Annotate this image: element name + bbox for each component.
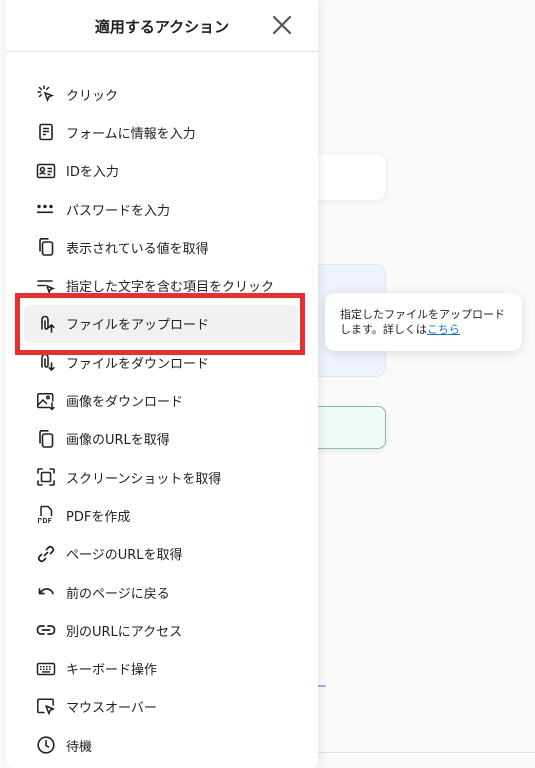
action-item-label: 別のURLにアクセス: [66, 624, 183, 640]
background-divider: [318, 752, 535, 753]
close-icon: [272, 15, 292, 35]
action-item-get-page-url[interactable]: ページのURLを取得: [6, 535, 318, 573]
action-item-keyboard[interactable]: キーボード操作: [6, 649, 318, 687]
link-icon: [36, 544, 56, 564]
action-item-download-image[interactable]: 画像をダウンロード: [6, 381, 318, 419]
action-item-get-image-url[interactable]: 画像のURLを取得: [6, 420, 318, 458]
keyboard-icon: [36, 659, 56, 679]
close-button[interactable]: [270, 13, 294, 37]
undo-icon: [36, 582, 56, 602]
action-item-download-file[interactable]: ファイルをダウンロード: [6, 343, 318, 381]
pdf-icon: [36, 505, 56, 525]
password-icon: [36, 199, 56, 219]
tooltip-link[interactable]: こちら: [427, 323, 460, 336]
action-item-label: キーボード操作: [66, 663, 158, 679]
action-panel: 適用するアクション クリック フォームに情報を入力 IDを入力 パスワードを入力…: [6, 0, 318, 768]
id-card-icon: [36, 161, 56, 181]
action-item-get-displayed-value[interactable]: 表示されている値を取得: [6, 228, 318, 266]
action-item-label: 画像のURLを取得: [66, 433, 170, 449]
action-item-label: 前のページに戻る: [66, 586, 170, 602]
action-item-label: スクリーンショットを取得: [66, 471, 222, 487]
chain-link-icon: [36, 620, 56, 640]
tooltip: 指定したファイルをアップロードします。詳しくはこちら: [325, 293, 522, 351]
paperclip-download-icon: [36, 352, 56, 372]
action-item-click[interactable]: クリック: [6, 75, 318, 113]
click-icon: [36, 84, 56, 104]
mouse-over-icon: [36, 697, 56, 717]
text-click-icon: [36, 276, 56, 296]
action-item-label: フォームに情報を入力: [66, 126, 196, 142]
action-item-wait[interactable]: 待機: [6, 726, 318, 764]
action-item-create-pdf[interactable]: PDFを作成: [6, 496, 318, 534]
action-item-fill-form[interactable]: フォームに情報を入力: [6, 113, 318, 151]
action-item-go-back[interactable]: 前のページに戻る: [6, 573, 318, 611]
action-item-label: 表示されている値を取得: [66, 241, 209, 257]
action-item-enter-id[interactable]: IDを入力: [6, 152, 318, 190]
action-item-label: クリック: [66, 88, 119, 104]
action-item-label: パスワードを入力: [66, 203, 171, 219]
image-download-icon: [36, 391, 56, 411]
copy-icon: [36, 429, 56, 449]
paperclip-upload-icon: [36, 314, 56, 334]
panel-header: 適用するアクション: [6, 0, 318, 52]
action-item-label: PDFを作成: [66, 509, 131, 525]
action-item-click-text-match[interactable]: 指定した文字を含む項目をクリック: [6, 266, 318, 304]
form-icon: [36, 122, 56, 142]
action-item-label: 指定した文字を含む項目をクリック: [66, 280, 275, 296]
action-item-label: ファイルをアップロード: [66, 318, 210, 334]
action-item-take-screenshot[interactable]: スクリーンショットを取得: [6, 458, 318, 496]
screenshot-icon: [36, 467, 56, 487]
action-item-label: 画像をダウンロード: [66, 395, 184, 411]
clock-icon: [36, 735, 56, 755]
action-list: クリック フォームに情報を入力 IDを入力 パスワードを入力 表示されている値を…: [6, 75, 318, 764]
action-item-upload-file[interactable]: ファイルをアップロード: [24, 304, 298, 344]
action-item-mouse-over[interactable]: マウスオーバー: [6, 688, 318, 726]
action-item-label: ファイルをダウンロード: [66, 356, 210, 372]
tooltip-text: 指定したファイルをアップロードします。詳しくは: [340, 308, 505, 336]
action-item-label: ページのURLを取得: [66, 548, 183, 564]
action-item-label: 待機: [66, 739, 93, 755]
action-item-label: IDを入力: [66, 165, 119, 181]
copy-icon: [36, 237, 56, 257]
action-item-enter-password[interactable]: パスワードを入力: [6, 190, 318, 228]
action-item-label: マウスオーバー: [66, 701, 157, 717]
action-item-open-url[interactable]: 別のURLにアクセス: [6, 611, 318, 649]
